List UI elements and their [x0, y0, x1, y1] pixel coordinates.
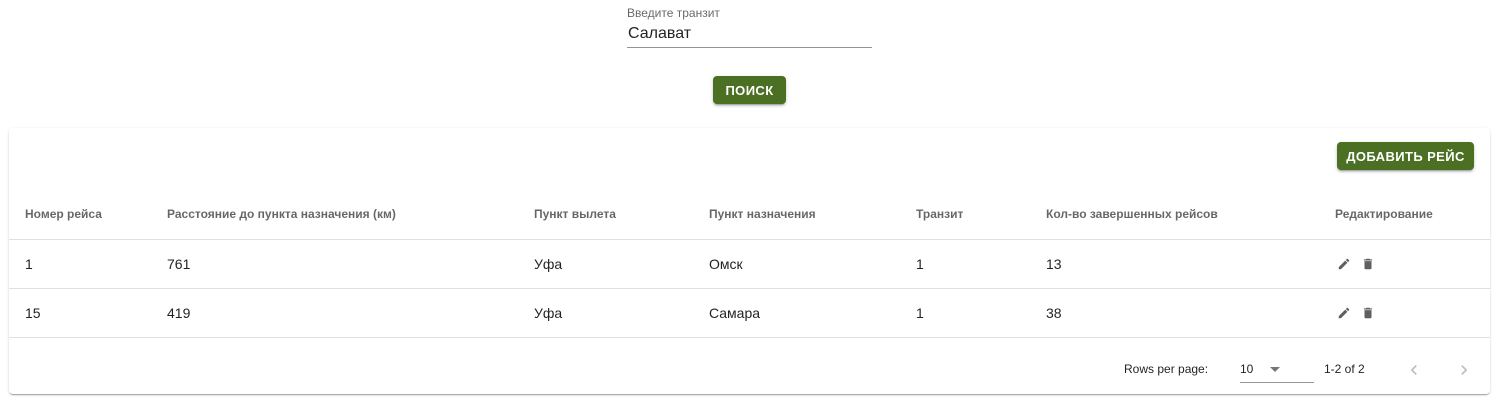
- flights-table-card: Добавить рейс Номер рейса Расстояние до …: [9, 128, 1490, 394]
- delete-icon[interactable]: [1359, 255, 1377, 273]
- rows-per-page-label: Rows per page:: [1124, 362, 1209, 376]
- cell-completed-count: 38: [1046, 305, 1062, 321]
- table-header-row: Номер рейса Расстояние до пункта назначе…: [9, 189, 1490, 240]
- cell-actions: [1335, 240, 1383, 288]
- search-field: Введите транзит: [627, 6, 872, 48]
- rows-per-page-select[interactable]: 10: [1240, 354, 1314, 383]
- transit-input[interactable]: [627, 21, 872, 48]
- header-departure: Пункт вылета: [534, 207, 616, 221]
- cell-departure: Уфа: [534, 305, 563, 321]
- cell-departure: Уфа: [534, 256, 563, 272]
- search-button[interactable]: Поиск: [713, 76, 786, 104]
- cell-completed-count: 13: [1046, 256, 1062, 272]
- edit-icon[interactable]: [1335, 304, 1353, 322]
- add-flight-button[interactable]: Добавить рейс: [1337, 142, 1474, 170]
- cell-transit: 1: [916, 256, 924, 272]
- cell-destination: Самара: [709, 305, 761, 321]
- chevron-right-icon: [1461, 365, 1468, 375]
- flights-table: Номер рейса Расстояние до пункта назначе…: [9, 189, 1490, 338]
- header-destination: Пункт назначения: [709, 207, 816, 221]
- header-distance: Расстояние до пункта назначения (км): [167, 207, 396, 221]
- header-edit: Редактирование: [1335, 207, 1433, 221]
- dropdown-arrow-icon: [1270, 367, 1280, 372]
- header-flight-number: Номер рейса: [25, 207, 102, 221]
- cell-distance: 761: [167, 256, 191, 272]
- table-row: 1 761 Уфа Омск 1 13: [9, 240, 1490, 289]
- cell-distance: 419: [167, 305, 191, 321]
- cell-flight-number: 1: [25, 256, 33, 272]
- chevron-left-icon: [1410, 365, 1417, 375]
- cell-actions: [1335, 289, 1383, 337]
- cell-flight-number: 15: [25, 305, 41, 321]
- cell-destination: Омск: [709, 256, 743, 272]
- table-pagination: Rows per page: 10 1-2 of 2: [9, 346, 1490, 394]
- delete-icon[interactable]: [1359, 304, 1377, 322]
- search-field-label: Введите транзит: [627, 6, 720, 20]
- next-page-button[interactable]: [1452, 358, 1476, 382]
- rows-per-page-value: 10: [1240, 362, 1254, 376]
- previous-page-button[interactable]: [1402, 358, 1426, 382]
- pagination-range: 1-2 of 2: [1324, 362, 1365, 376]
- cell-transit: 1: [916, 305, 924, 321]
- header-transit: Транзит: [916, 207, 964, 221]
- table-row: 15 419 Уфа Самара 1 38: [9, 289, 1490, 338]
- header-completed-count: Кол-во завершенных рейсов: [1046, 207, 1218, 221]
- edit-icon[interactable]: [1335, 255, 1353, 273]
